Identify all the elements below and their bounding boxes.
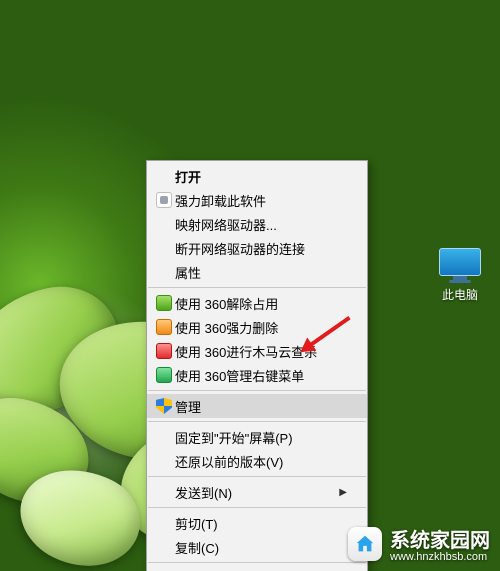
- 360-orange-icon: [153, 318, 175, 336]
- menu-item-map-drive[interactable]: 映射网络驱动器...: [147, 212, 367, 236]
- blank-icon: [153, 263, 175, 281]
- blank-icon: [153, 215, 175, 233]
- blank-icon: [153, 167, 175, 185]
- home-icon: [348, 527, 382, 561]
- uninstall-icon: [153, 191, 175, 209]
- menu-item-label: 剪切(T): [175, 514, 347, 533]
- menu-item-label: 使用 360进行木马云查杀: [175, 342, 347, 361]
- menu-item-label: 断开网络驱动器的连接: [175, 239, 347, 258]
- shield-icon: [153, 397, 175, 415]
- blank-icon: [153, 514, 175, 532]
- menu-item-disconnect[interactable]: 断开网络驱动器的连接: [147, 236, 367, 260]
- this-pc-label: 此电脑: [430, 286, 490, 303]
- menu-separator: [148, 476, 366, 477]
- menu-item-360-scan[interactable]: 使用 360进行木马云查杀: [147, 339, 367, 363]
- this-pc-icon[interactable]: 此电脑: [430, 248, 490, 303]
- submenu-arrow-icon: ▶: [337, 487, 347, 498]
- menu-separator: [148, 390, 366, 391]
- menu-item-label: 映射网络驱动器...: [175, 215, 347, 234]
- menu-item-uninstall[interactable]: 强力卸载此软件: [147, 188, 367, 212]
- menu-item-label: 固定到"开始"屏幕(P): [175, 428, 347, 447]
- 360-red-icon: [153, 342, 175, 360]
- menu-item-label: 还原以前的版本(V): [175, 452, 347, 471]
- menu-separator: [148, 507, 366, 508]
- monitor-icon: [439, 248, 481, 282]
- menu-item-open[interactable]: 打开: [147, 164, 367, 188]
- menu-item-label: 使用 360管理右键菜单: [175, 366, 347, 385]
- blank-icon: [153, 428, 175, 446]
- menu-item-cut[interactable]: 剪切(T): [147, 511, 367, 535]
- blank-icon: [153, 538, 175, 556]
- menu-separator: [148, 421, 366, 422]
- menu-item-label: 属性: [175, 263, 347, 282]
- menu-item-shortcut[interactable]: 创建快捷方式(S): [147, 566, 367, 571]
- blank-icon: [153, 452, 175, 470]
- menu-item-restore[interactable]: 还原以前的版本(V): [147, 449, 367, 473]
- context-menu: 打开强力卸载此软件映射网络驱动器... 断开网络驱动器的连接属性使用 360解除占…: [146, 160, 368, 571]
- menu-item-pin-start[interactable]: 固定到"开始"屏幕(P): [147, 425, 367, 449]
- menu-item-label: 强力卸载此软件: [175, 191, 347, 210]
- menu-item-manage[interactable]: 管理: [147, 394, 367, 418]
- menu-separator: [148, 562, 366, 563]
- menu-item-360-menu[interactable]: 使用 360管理右键菜单: [147, 363, 367, 387]
- 360-green2-icon: [153, 366, 175, 384]
- menu-item-label: 发送到(N): [175, 483, 337, 502]
- menu-separator: [148, 287, 366, 288]
- 360-green-icon: [153, 294, 175, 312]
- blank-icon: [153, 239, 175, 257]
- menu-item-label: 使用 360解除占用: [175, 294, 347, 313]
- menu-item-properties1[interactable]: 属性: [147, 260, 367, 284]
- menu-item-label: 复制(C): [175, 538, 347, 557]
- menu-item-360-unlock[interactable]: 使用 360解除占用: [147, 291, 367, 315]
- menu-item-copy[interactable]: 复制(C): [147, 535, 367, 559]
- watermark-title: 系统家园网: [390, 524, 490, 553]
- menu-item-label: 打开: [175, 167, 347, 186]
- desktop-wallpaper: 此电脑 打开强力卸载此软件映射网络驱动器... 断开网络驱动器的连接属性使用 36…: [0, 0, 500, 571]
- watermark-url: www.hnzkhbsb.com: [390, 551, 487, 563]
- menu-item-label: 管理: [175, 397, 347, 416]
- menu-item-send-to[interactable]: 发送到(N)▶: [147, 480, 367, 504]
- blank-icon: [153, 483, 175, 501]
- watermark: 系统家园网 www.hnzkhbsb.com: [348, 524, 490, 563]
